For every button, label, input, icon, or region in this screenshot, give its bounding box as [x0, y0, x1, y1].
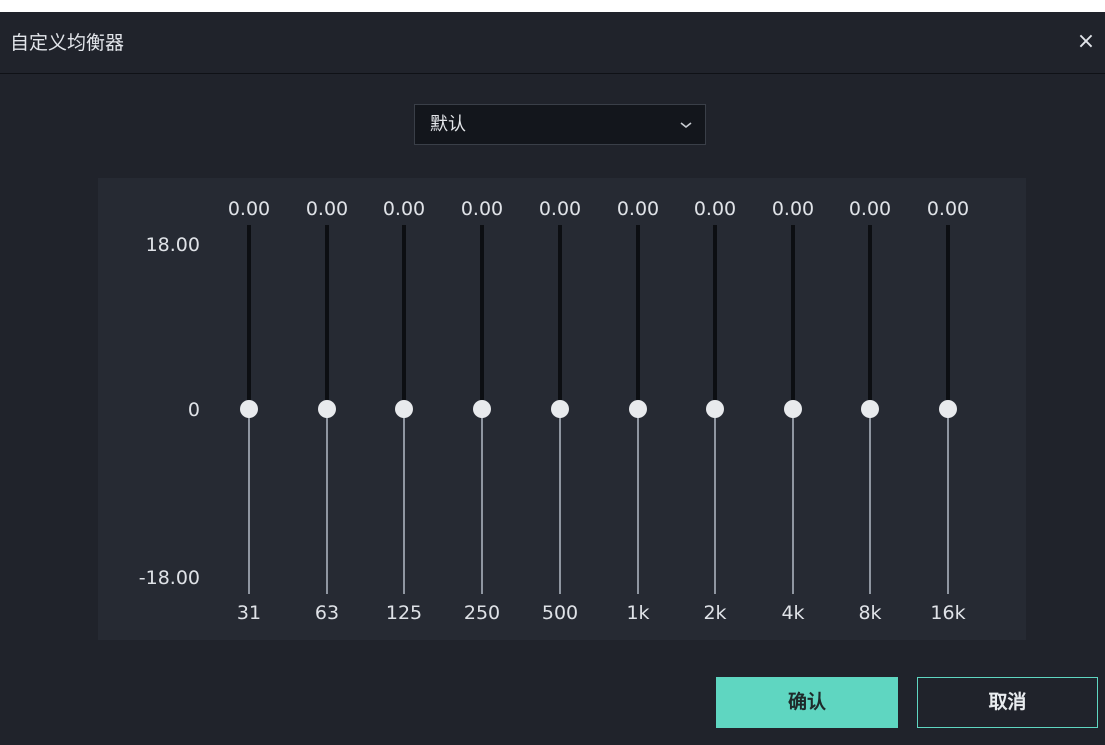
confirm-button[interactable]: 确认 [716, 677, 898, 728]
slider-knob[interactable] [629, 400, 647, 418]
slider-track-upper[interactable] [636, 225, 640, 411]
slider-knob[interactable] [318, 400, 336, 418]
slider-knob[interactable] [551, 400, 569, 418]
slider-track-lower[interactable] [326, 411, 328, 594]
band-gain-value: 0.00 [616, 198, 660, 220]
band-frequency-label: 1k [626, 602, 650, 624]
slider-knob[interactable] [784, 400, 802, 418]
band-gain-value: 0.00 [771, 198, 815, 220]
slider-track-lower[interactable] [792, 411, 794, 594]
dialog-titlebar: 自定义均衡器 × [0, 12, 1105, 74]
band-gain-value: 0.00 [538, 198, 582, 220]
eq-band: 0.00 125 [369, 178, 439, 640]
eq-band: 0.00 16k [913, 178, 983, 640]
eq-band: 0.00 4k [758, 178, 828, 640]
slider-track-lower[interactable] [248, 411, 250, 594]
slider-track-lower[interactable] [403, 411, 405, 594]
preset-value: 默认 [430, 114, 466, 135]
band-gain-value: 0.00 [460, 198, 504, 220]
cancel-button[interactable]: 取消 [917, 677, 1098, 728]
slider-knob[interactable] [240, 400, 258, 418]
band-frequency-label: 250 [463, 602, 501, 624]
slider-track-upper[interactable] [480, 225, 484, 411]
band-gain-value: 0.00 [926, 198, 970, 220]
band-frequency-label: 63 [314, 602, 340, 624]
band-frequency-label: 16k [930, 602, 966, 624]
band-gain-value: 0.00 [227, 198, 271, 220]
eq-band: 0.00 2k [680, 178, 750, 640]
slider-track-lower[interactable] [637, 411, 639, 594]
close-icon[interactable]: × [1075, 28, 1097, 56]
band-frequency-label: 125 [385, 602, 423, 624]
equalizer-panel: 18.00 0 -18.00 0.00 31 0.00 63 0.00 125 … [98, 178, 1026, 640]
slider-track-lower[interactable] [481, 411, 483, 594]
slider-knob[interactable] [706, 400, 724, 418]
slider-track-upper[interactable] [713, 225, 717, 411]
slider-track-lower[interactable] [559, 411, 561, 594]
slider-track-upper[interactable] [558, 225, 562, 411]
band-gain-value: 0.00 [848, 198, 892, 220]
band-frequency-label: 8k [858, 602, 882, 624]
eq-band: 0.00 250 [447, 178, 517, 640]
band-frequency-label: 31 [236, 602, 262, 624]
scale-max-label: 18.00 [145, 234, 200, 256]
band-gain-value: 0.00 [382, 198, 426, 220]
eq-band: 0.00 63 [292, 178, 362, 640]
slider-track-upper[interactable] [247, 225, 251, 411]
chevron-down-icon [680, 122, 692, 129]
slider-track-upper[interactable] [402, 225, 406, 411]
scale-min-label: -18.00 [138, 567, 200, 589]
band-frequency-label: 500 [541, 602, 579, 624]
slider-track-lower[interactable] [869, 411, 871, 594]
preset-dropdown[interactable]: 默认 [414, 104, 706, 145]
slider-knob[interactable] [939, 400, 957, 418]
band-frequency-label: 4k [781, 602, 805, 624]
band-gain-value: 0.00 [693, 198, 737, 220]
slider-track-upper[interactable] [791, 225, 795, 411]
slider-track-upper[interactable] [325, 225, 329, 411]
scale-zero-label: 0 [187, 399, 200, 421]
slider-track-upper[interactable] [868, 225, 872, 411]
eq-band: 0.00 31 [214, 178, 284, 640]
eq-band: 0.00 500 [525, 178, 595, 640]
band-gain-value: 0.00 [305, 198, 349, 220]
eq-band: 0.00 8k [835, 178, 905, 640]
slider-knob[interactable] [861, 400, 879, 418]
slider-track-upper[interactable] [946, 225, 950, 411]
dialog-title: 自定义均衡器 [10, 32, 125, 54]
equalizer-dialog: 自定义均衡器 × 默认 18.00 0 -18.00 0.00 31 0.00 … [0, 12, 1105, 745]
slider-knob[interactable] [473, 400, 491, 418]
slider-track-lower[interactable] [714, 411, 716, 594]
slider-track-lower[interactable] [947, 411, 949, 594]
eq-band: 0.00 1k [603, 178, 673, 640]
slider-knob[interactable] [395, 400, 413, 418]
band-frequency-label: 2k [703, 602, 727, 624]
